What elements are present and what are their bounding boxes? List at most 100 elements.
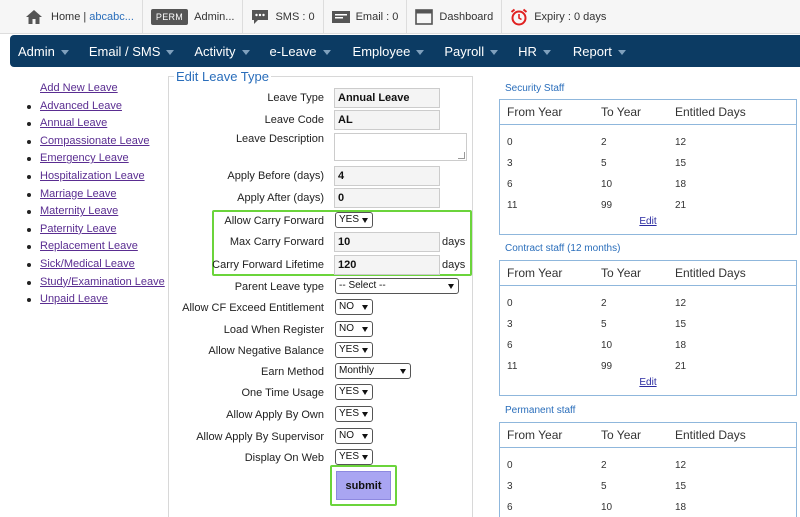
email-link[interactable]: Email : 0 <box>324 0 408 34</box>
sidebar-link-sick-medical-leave[interactable]: Sick/Medical Leave <box>40 258 135 270</box>
permanent-staff-title: Permanent staff <box>505 405 576 416</box>
sidebar-link-annual-leave[interactable]: Annual Leave <box>40 117 107 129</box>
cell-from: 0 <box>507 298 513 309</box>
cell-days: 18 <box>675 340 687 351</box>
contract-edit-link[interactable]: Edit <box>639 377 656 388</box>
one-time-usage-label: One Time Usage <box>241 387 324 399</box>
home-link[interactable]: Home | abcabc... <box>0 0 143 34</box>
col-entitled-days: Entitled Days <box>668 261 796 286</box>
display-on-web-select[interactable]: YES <box>335 449 373 465</box>
sidebar-link-hospitalization-leave[interactable]: Hospitalization Leave <box>40 170 145 182</box>
nav-hr[interactable]: HR <box>506 35 559 67</box>
sidebar-link-maternity-leave[interactable]: Maternity Leave <box>40 205 118 217</box>
sidebar-link-replacement-leave[interactable]: Replacement Leave <box>40 240 138 252</box>
cell-to: 5 <box>601 158 607 169</box>
cell-days: 21 <box>675 200 687 211</box>
apply-after-label: Apply After (days) <box>237 192 324 204</box>
one-time-usage-value: YES <box>339 386 360 397</box>
nav-employee[interactable]: Employee <box>339 35 433 67</box>
sidebar-item: Add New Leave <box>26 80 171 98</box>
row-earn-method: Earn Method Monthly <box>168 362 473 384</box>
sidebar-link-unpaid-leave[interactable]: Unpaid Leave <box>40 293 108 305</box>
dropdown-arrow-icon <box>362 348 368 353</box>
nav-report[interactable]: Report <box>559 35 634 67</box>
display-on-web-label: Display On Web <box>244 452 324 464</box>
allow-apply-by-supervisor-select[interactable]: NO <box>335 428 373 444</box>
allow-carry-forward-select[interactable]: YES <box>335 212 373 228</box>
leave-type-label: Leave Type <box>267 92 324 104</box>
dropdown-arrow-icon <box>448 284 454 289</box>
load-when-register-value: NO <box>339 323 354 334</box>
sidebar-link-emergency-leave[interactable]: Emergency Leave <box>40 152 129 164</box>
permanent-staff-table: From Year To Year Entitled Days 0 2 12 3 5 1… <box>500 423 796 517</box>
leave-description-label: Leave Description <box>235 133 324 145</box>
leave-code-label: Leave Code <box>264 114 324 126</box>
home-icon <box>26 9 42 24</box>
col-from-year: From Year <box>500 423 594 448</box>
one-time-usage-select[interactable]: YES <box>335 384 373 400</box>
table-row: 6 10 18 <box>500 335 796 356</box>
allow-cf-exceed-select[interactable]: NO <box>335 299 373 315</box>
security-edit-link[interactable]: Edit <box>639 216 656 227</box>
leave-code-input[interactable] <box>334 110 440 130</box>
cell-days: 12 <box>675 460 687 471</box>
carry-forward-lifetime-label: Carry Forward Lifetime <box>212 259 324 271</box>
allow-apply-by-own-select[interactable]: YES <box>335 406 373 422</box>
parent-leave-type-select[interactable]: -- Select -- <box>335 278 459 294</box>
nav-e-leave[interactable]: e-Leave <box>258 35 339 67</box>
cell-from: 3 <box>507 158 513 169</box>
caret-down-icon <box>241 49 250 55</box>
carry-forward-lifetime-input[interactable] <box>334 255 440 275</box>
submit-highlight: submit <box>330 465 397 506</box>
parent-leave-type-value: -- Select -- <box>339 280 386 291</box>
cell-from: 6 <box>507 502 513 513</box>
max-carry-forward-unit: days <box>442 236 466 248</box>
sms-link[interactable]: SMS : 0 <box>243 0 324 34</box>
cell-to: 10 <box>601 340 613 351</box>
sidebar-item: Unpaid Leave <box>26 291 171 309</box>
dropdown-arrow-icon <box>362 327 368 332</box>
allow-negative-balance-select[interactable]: YES <box>335 342 373 358</box>
leave-description-textarea[interactable] <box>334 133 467 161</box>
sidebar-link-add-new-leave[interactable]: Add New Leave <box>40 82 118 94</box>
sidebar-link-compassionate-leave[interactable]: Compassionate Leave <box>40 135 149 147</box>
sidebar-link-advanced-leave[interactable]: Advanced Leave <box>40 100 122 112</box>
apply-before-input[interactable] <box>334 166 440 186</box>
earn-method-value: Monthly <box>339 365 375 376</box>
nav-admin[interactable]: Admin <box>10 35 77 67</box>
nav-report-label: Report <box>572 43 612 59</box>
allow-apply-by-own-value: YES <box>339 408 360 419</box>
resize-grip-icon[interactable] <box>458 152 465 159</box>
leave-type-input[interactable] <box>334 88 440 108</box>
nav-email-sms[interactable]: Email / SMS <box>77 35 183 67</box>
table-row: 3 5 15 <box>500 476 796 497</box>
main-nav: Admin Email / SMS Activity e-Leave Emplo… <box>10 35 800 67</box>
row-allow-apply-by-supervisor: Allow Apply By Supervisor NO <box>168 427 473 449</box>
sidebar-link-marriage-leave[interactable]: Marriage Leave <box>40 188 116 200</box>
expiry-info[interactable]: Expiry : 0 days <box>502 0 614 34</box>
table-row: 0 2 12 <box>500 132 796 153</box>
home-user-link[interactable]: abcabc... <box>89 11 134 23</box>
apply-after-input[interactable] <box>334 188 440 208</box>
table-row: 11 99 21 <box>500 356 796 377</box>
col-from-year: From Year <box>500 261 594 286</box>
sidebar-link-study-examination-leave[interactable]: Study/Examination Leave <box>40 276 165 288</box>
submit-button[interactable]: submit <box>336 471 391 500</box>
admin-menu[interactable]: PERM Admin... <box>143 0 244 34</box>
caret-down-icon <box>490 49 499 55</box>
cell-to: 2 <box>601 298 607 309</box>
nav-activity[interactable]: Activity <box>182 35 257 67</box>
sidebar-item: Study/Examination Leave <box>26 274 171 292</box>
max-carry-forward-input[interactable] <box>334 232 440 252</box>
contract-edit-row: Edit <box>500 377 796 395</box>
cell-from: 3 <box>507 319 513 330</box>
load-when-register-select[interactable]: NO <box>335 321 373 337</box>
dashboard-link[interactable]: Dashboard <box>407 0 503 34</box>
sidebar-link-paternity-leave[interactable]: Paternity Leave <box>40 223 116 235</box>
earn-method-select[interactable]: Monthly <box>335 363 411 379</box>
cell-from: 6 <box>507 179 513 190</box>
contract-staff-table: From Year To Year Entitled Days 0 2 12 351… <box>500 261 796 377</box>
sidebar-item: Compassionate Leave <box>26 133 171 151</box>
nav-payroll[interactable]: Payroll <box>432 35 506 67</box>
cell-days: 18 <box>675 179 687 190</box>
